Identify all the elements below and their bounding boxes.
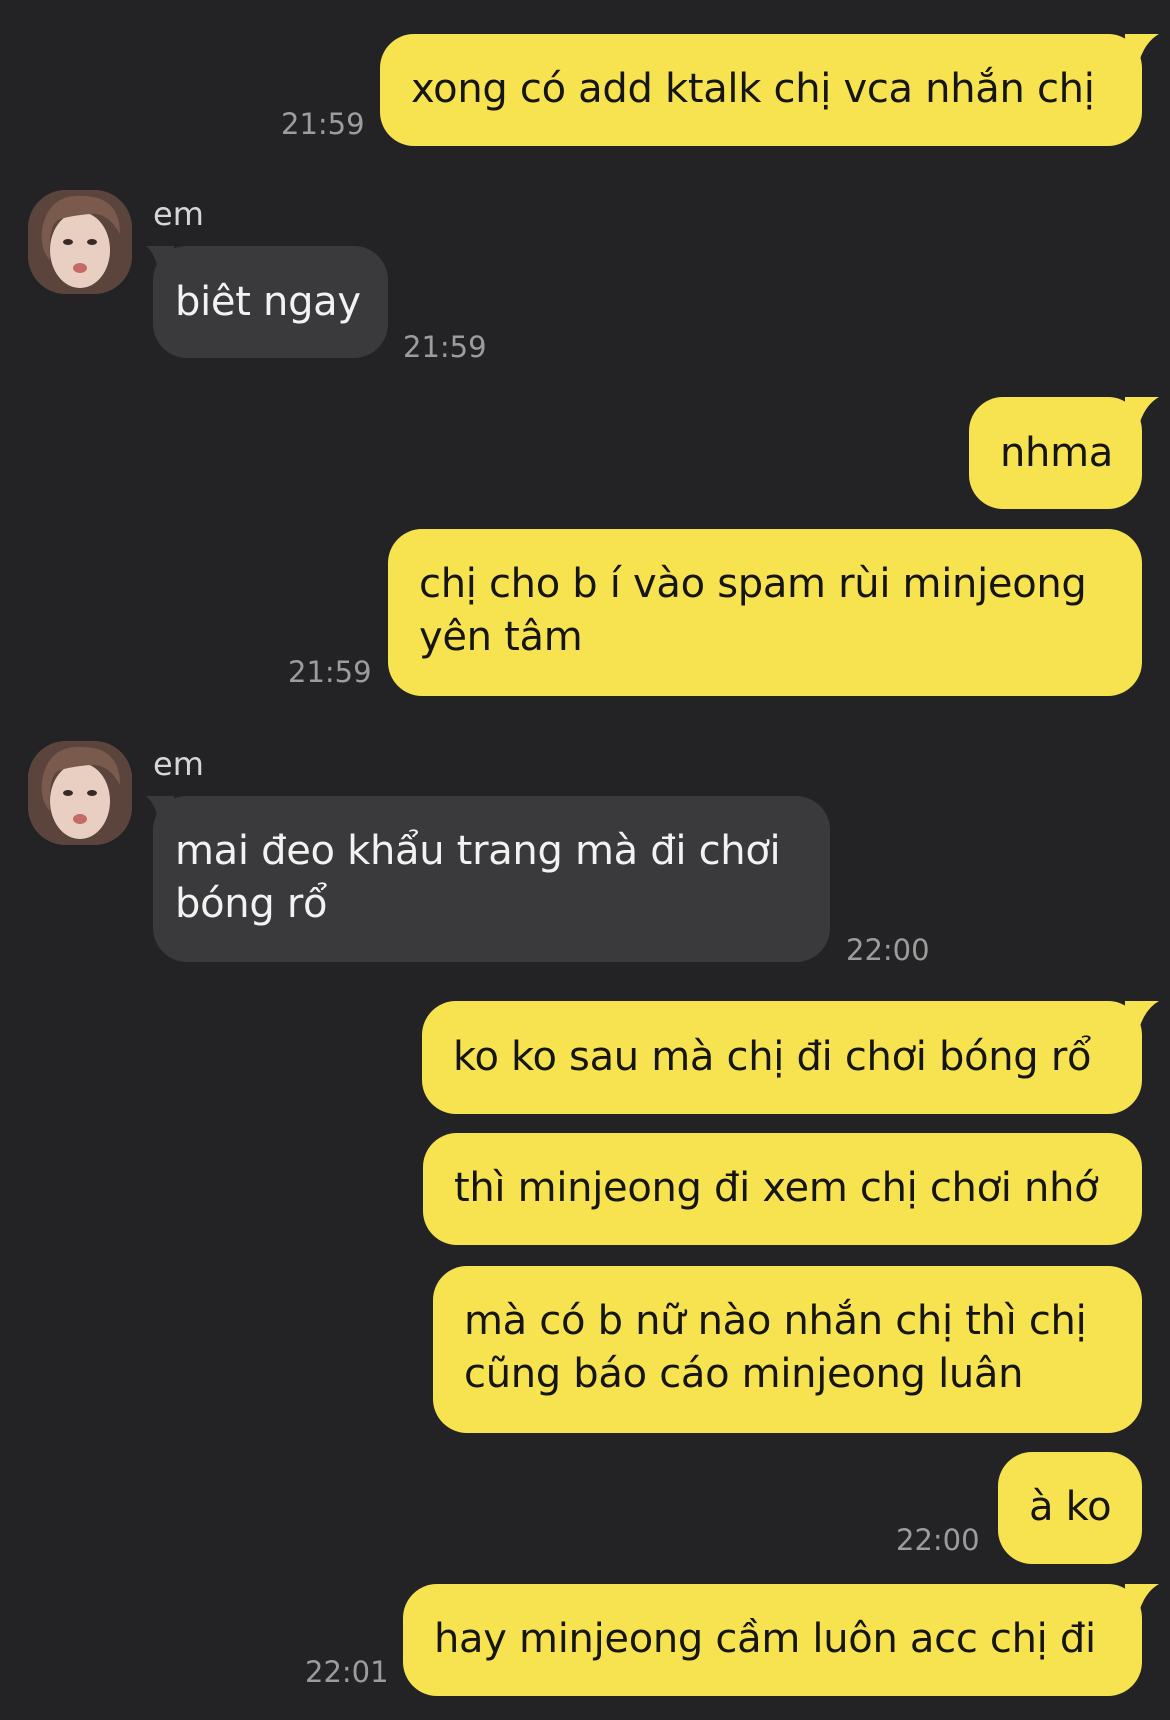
message-timestamp: 21:59 bbox=[288, 655, 372, 689]
incoming-message-bubble[interactable]: biêt ngay bbox=[153, 246, 388, 358]
message-timestamp: 21:59 bbox=[281, 107, 365, 141]
message-timestamp: 21:59 bbox=[403, 330, 487, 364]
message-text-line: nhma bbox=[1000, 430, 1113, 476]
message-timestamp: 22:01 bbox=[305, 1655, 389, 1689]
contact-avatar[interactable] bbox=[28, 741, 132, 845]
outgoing-message-bubble[interactable]: nhma bbox=[969, 397, 1142, 509]
sender-name: em bbox=[153, 195, 204, 233]
bubble-tail-icon bbox=[1125, 397, 1159, 425]
message-timestamp: 22:00 bbox=[846, 933, 930, 967]
outgoing-message-bubble[interactable]: hay minjeong cầm luôn acc chị đi bbox=[403, 1584, 1142, 1696]
outgoing-message-bubble[interactable]: mà có b nữ nào nhắn chị thì chị cũng báo… bbox=[433, 1266, 1142, 1433]
outgoing-message-bubble[interactable]: xong có add ktalk chị vca nhắn chị bbox=[380, 34, 1142, 146]
bubble-tail-icon bbox=[1125, 34, 1159, 62]
outgoing-message-bubble[interactable]: ko ko sau mà chị đi chơi bóng rổ bbox=[422, 1001, 1142, 1114]
message-text-line: bóng rổ bbox=[175, 881, 328, 927]
bubble-tail-icon bbox=[1125, 1001, 1159, 1029]
outgoing-message-bubble[interactable]: chị cho b í vào spam rùi minjeong yên tâ… bbox=[388, 529, 1142, 696]
message-text-line: yên tâm bbox=[419, 614, 583, 660]
contact-avatar[interactable] bbox=[28, 190, 132, 294]
bubble-tail-icon bbox=[1125, 1584, 1159, 1612]
profile-photo-icon bbox=[28, 741, 132, 845]
message-timestamp: 22:00 bbox=[896, 1523, 980, 1557]
message-text-line: xong có add ktalk chị vca nhắn chị bbox=[411, 66, 1095, 112]
message-text-line: biêt ngay bbox=[175, 279, 361, 325]
message-text-line: mà có b nữ nào nhắn chị thì chị bbox=[464, 1298, 1087, 1344]
message-text-line: chị cho b í vào spam rùi minjeong bbox=[419, 561, 1087, 607]
message-text-line: hay minjeong cầm luôn acc chị đi bbox=[434, 1616, 1096, 1662]
outgoing-message-bubble[interactable]: thì minjeong đi xem chị chơi nhớ bbox=[423, 1133, 1142, 1245]
sender-name: em bbox=[153, 745, 204, 783]
message-text-line: mai đeo khẩu trang mà đi chơi bbox=[175, 828, 781, 874]
message-text-line: thì minjeong đi xem chị chơi nhớ bbox=[454, 1165, 1099, 1211]
incoming-message-bubble[interactable]: mai đeo khẩu trang mà đi chơi bóng rổ bbox=[153, 796, 830, 962]
message-text-line: à ko bbox=[1029, 1484, 1112, 1530]
profile-photo-icon bbox=[28, 190, 132, 294]
message-text-line: cũng báo cáo minjeong luân bbox=[464, 1351, 1024, 1397]
outgoing-message-bubble[interactable]: à ko bbox=[998, 1452, 1142, 1564]
message-text-line: ko ko sau mà chị đi chơi bóng rổ bbox=[453, 1034, 1092, 1080]
